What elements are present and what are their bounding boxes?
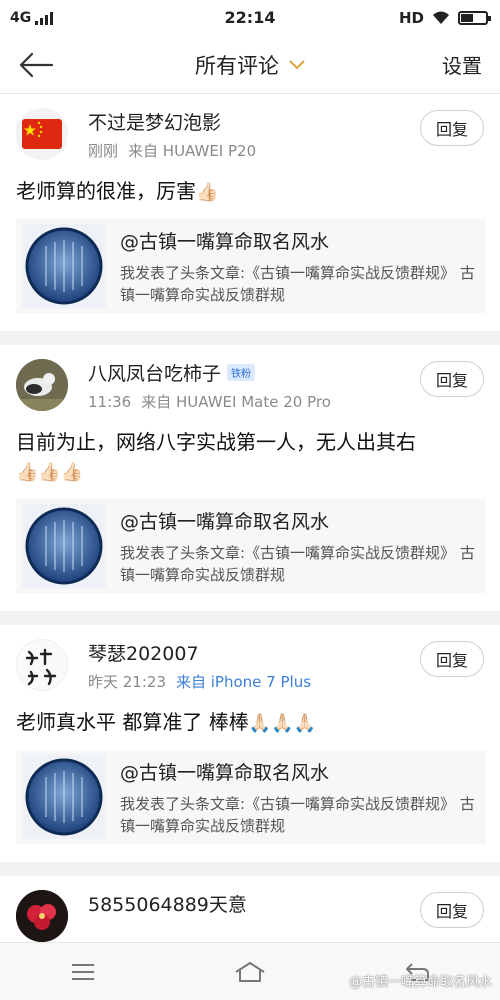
- reply-button[interactable]: 回复: [420, 110, 484, 146]
- article-author: @古镇一嘴算命取名风水: [120, 510, 330, 533]
- article-preview[interactable]: @古镇一嘴算命取名风水 我发表了头条文章:《古镇一嘴算命实战反馈群规》 古镇一嘴…: [16, 219, 486, 313]
- avatar[interactable]: [16, 108, 68, 160]
- reply-button[interactable]: 回复: [420, 892, 484, 928]
- page-title: 所有评论: [195, 53, 279, 78]
- flower-avatar-icon: [16, 890, 68, 942]
- chevron-down-icon: [289, 59, 305, 69]
- comment-time: 11:36: [88, 393, 132, 411]
- calligraphy-avatar-icon: [17, 640, 67, 690]
- user-name[interactable]: 不过是梦幻泡影: [88, 108, 221, 135]
- network-indicator: 4G: [10, 10, 54, 26]
- article-preview[interactable]: @古镇一嘴算命取名风水 我发表了头条文章:《古镇一嘴算命实战反馈群规》 古镇一嘴…: [16, 750, 486, 844]
- article-description: 我发表了头条文章:《古镇一嘴算命实战反馈群规》 古镇一嘴算命实战反馈群规: [120, 263, 475, 304]
- comment-source: 来自 iPhone 7 Plus: [176, 673, 312, 691]
- comment-time: 昨天 21:23: [88, 673, 166, 691]
- signal-icon: [35, 11, 54, 25]
- article-thumbnail: [22, 755, 106, 839]
- comment-body: 目前为止，网络八字实战第一人，无人出其右: [16, 430, 416, 454]
- user-name[interactable]: 八风凤台吃柿子: [88, 359, 221, 386]
- wifi-icon: [433, 11, 449, 24]
- user-name[interactable]: 琴瑟202007: [88, 639, 199, 666]
- comment-body: 老师真水平 都算准了 棒棒: [16, 710, 249, 734]
- reply-button[interactable]: 回复: [420, 641, 484, 677]
- hd-indicator: HD: [398, 9, 424, 27]
- battery-icon: [458, 11, 491, 25]
- settings-button[interactable]: 设置: [442, 50, 482, 79]
- comment-body: 老师算的很准，厉害: [16, 179, 196, 203]
- article-description: 我发表了头条文章:《古镇一嘴算命实战反馈群规》 古镇一嘴算命实战反馈群规: [120, 794, 475, 835]
- comment-filter-dropdown[interactable]: 所有评论: [195, 50, 305, 80]
- comment-time: 刚刚: [88, 142, 119, 160]
- seal-logo-icon: [25, 507, 103, 585]
- menu-icon: [72, 963, 95, 980]
- bird-photo-icon: [16, 359, 68, 411]
- comment-text: 目前为止，网络八字实战第一人，无人出其右 👍🏻👍🏻👍🏻: [16, 428, 486, 487]
- comment-card: 八风凤台吃柿子 铁粉 11:36 来自 HUAWEI Mate 20 Pro 回复…: [0, 345, 500, 611]
- system-nav-bar: @古镇一嘴算命取名风水: [0, 942, 500, 1000]
- reply-button[interactable]: 回复: [420, 361, 484, 397]
- article-author: @古镇一嘴算命取名风水: [120, 230, 330, 253]
- status-bar: 4G 22:14 HD: [0, 0, 500, 36]
- watermark: @古镇一嘴算命取名风水: [348, 975, 492, 990]
- comment-card: 琴瑟202007 昨天 21:23 来自 iPhone 7 Plus 回复 老师真…: [0, 625, 500, 862]
- seal-logo-icon: [25, 758, 103, 836]
- comment-source: 来自 HUAWEI P20: [128, 142, 257, 160]
- fan-badge: 铁粉: [227, 363, 256, 381]
- article-thumbnail: [22, 504, 106, 588]
- clock: 22:14: [224, 8, 276, 27]
- article-description: 我发表了头条文章:《古镇一嘴算命实战反馈群规》 古镇一嘴算命实战反馈群规: [120, 543, 475, 584]
- comment-card: 不过是梦幻泡影 刚刚来自 HUAWEI P20 回复 老师算的很准，厉害👍🏻: [0, 94, 500, 331]
- avatar[interactable]: [16, 890, 68, 942]
- home-icon: [235, 961, 265, 982]
- network-type: 4G: [10, 10, 32, 26]
- comment-text: 老师算的很准，厉害👍🏻: [16, 177, 486, 207]
- back-button[interactable]: [18, 50, 58, 80]
- pray-emoji: 🙏🏻🙏🏻🙏🏻: [248, 713, 316, 734]
- comment-list: 不过是梦幻泡影 刚刚来自 HUAWEI P20 回复 老师算的很准，厉害👍🏻: [0, 94, 500, 996]
- china-flag-icon: [22, 119, 62, 149]
- arrow-left-icon: [19, 52, 54, 77]
- menu-button[interactable]: [53, 952, 113, 992]
- thumbs-up-emoji: 👍🏻: [196, 182, 219, 203]
- avatar[interactable]: [16, 639, 68, 691]
- comment-text: 老师真水平 都算准了 棒棒🙏🏻🙏🏻🙏🏻: [16, 708, 486, 738]
- comment-source: 来自 HUAWEI Mate 20 Pro: [141, 393, 331, 411]
- article-preview[interactable]: @古镇一嘴算命取名风水 我发表了头条文章:《古镇一嘴算命实战反馈群规》 古镇一嘴…: [16, 499, 486, 593]
- article-thumbnail: [22, 224, 106, 308]
- user-name[interactable]: 5855064889天意: [88, 890, 247, 917]
- seal-logo-icon: [25, 227, 103, 305]
- home-button[interactable]: [220, 952, 280, 992]
- article-author: @古镇一嘴算命取名风水: [120, 761, 330, 784]
- top-bar: 所有评论 设置: [0, 36, 500, 94]
- avatar[interactable]: [16, 359, 68, 411]
- thumbs-up-emoji: 👍🏻👍🏻👍🏻: [16, 462, 84, 483]
